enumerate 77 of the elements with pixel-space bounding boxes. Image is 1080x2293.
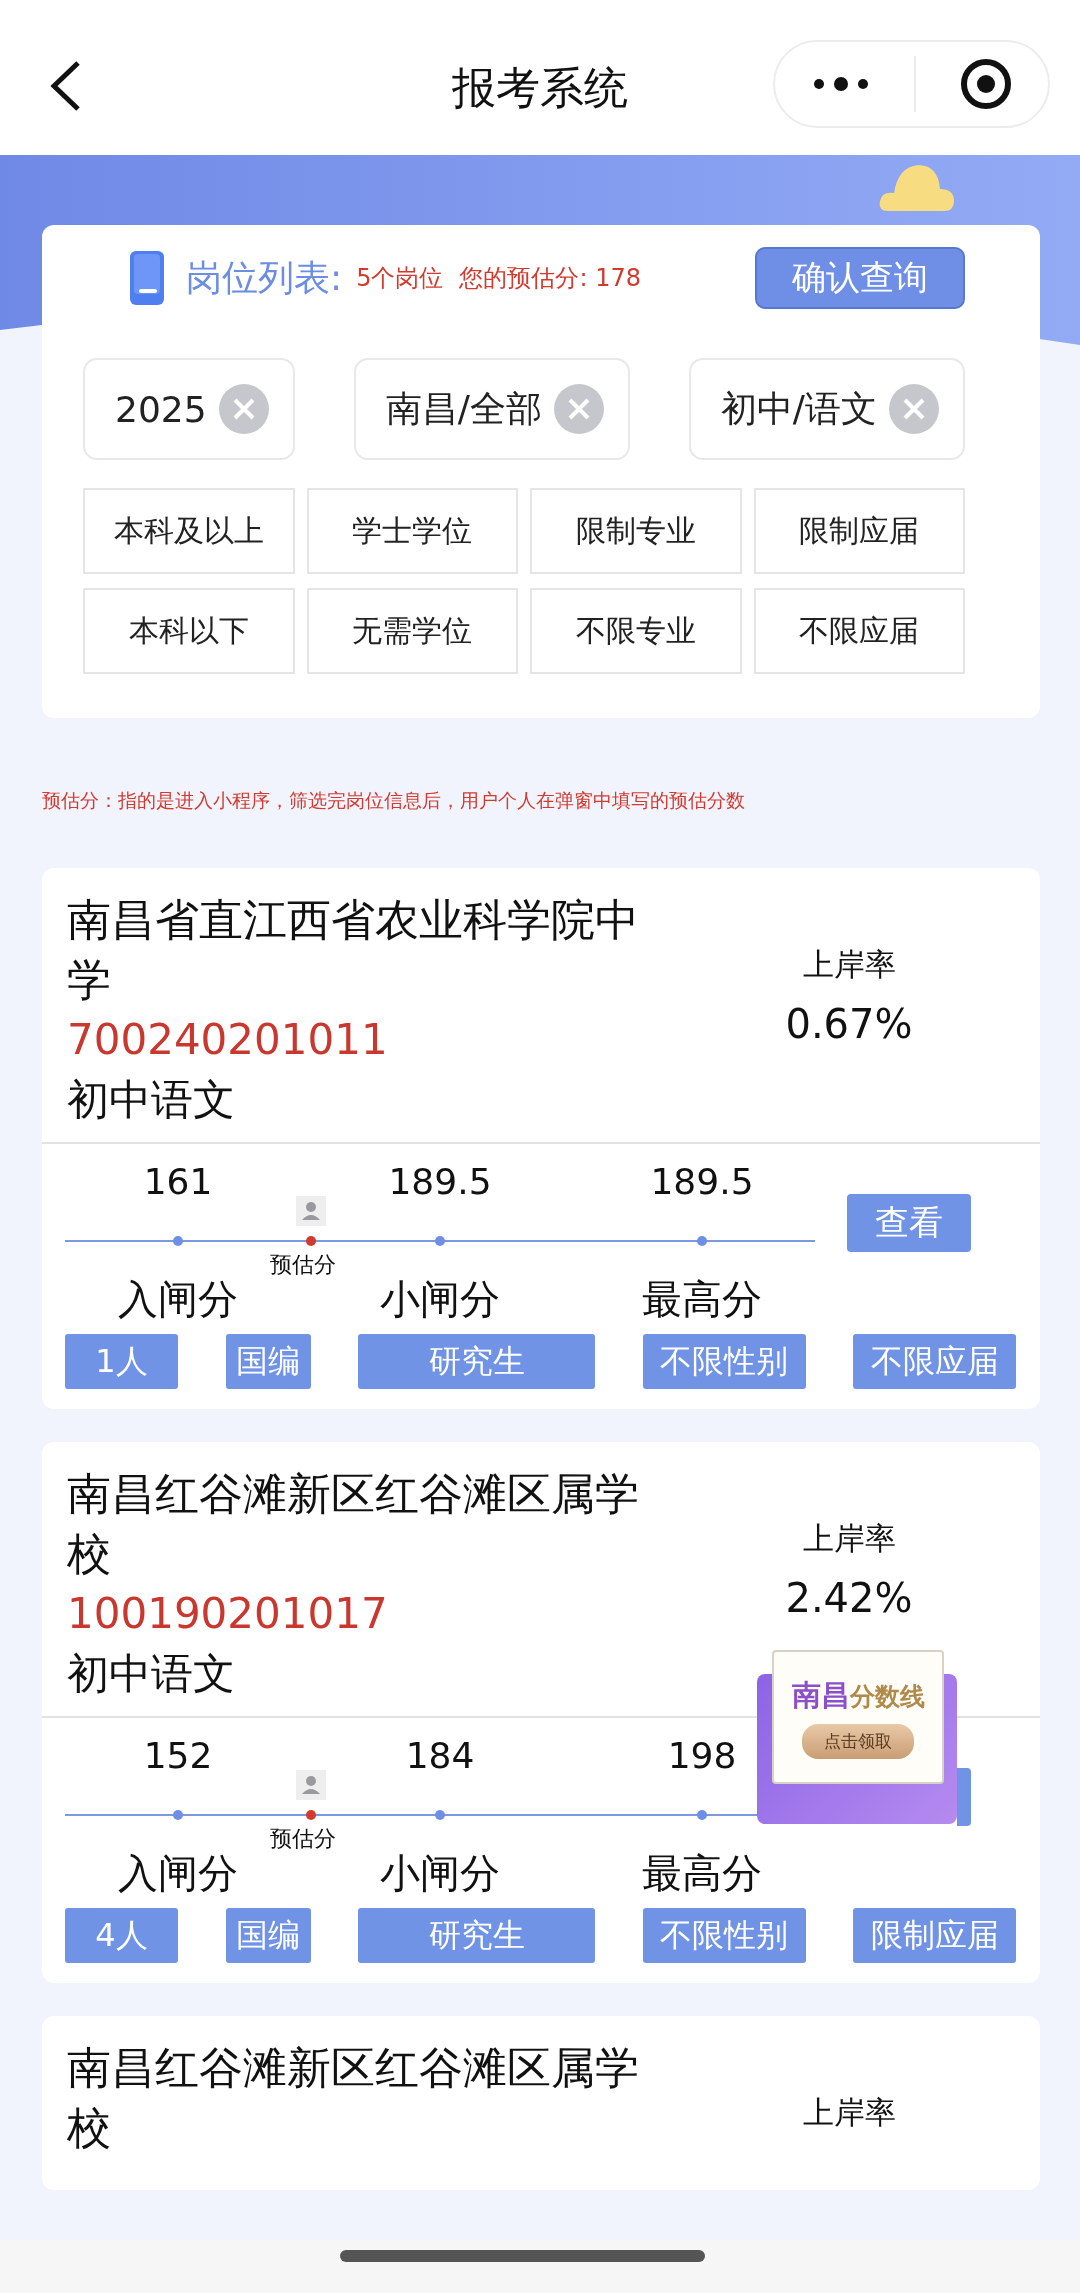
cloud-icon: [878, 163, 956, 213]
score-dot: [435, 1236, 445, 1246]
clear-icon[interactable]: [218, 384, 269, 434]
school-name: 南昌红谷滩新区红谷滩区属学校: [67, 1467, 640, 1581]
tag: 不限性别: [642, 1908, 806, 1963]
score-dot: [697, 1810, 707, 1820]
tag: 1人: [65, 1334, 178, 1389]
position-card[interactable]: 南昌省直江西省农业科学院中学 700240201011 初中语文 上岸率 0.67% 161 入闸分 189.5 小闸分 189.5 最高分 预估分 查看 1人 国编 研究生 不限性别 不限应届: [42, 868, 1040, 1409]
tag: 限制应届: [853, 1908, 1016, 1963]
rate-value: 2.42%: [784, 1574, 914, 1623]
score-value: 161: [143, 1160, 213, 1204]
tag: 国编: [225, 1334, 311, 1389]
close-icon[interactable]: [958, 57, 1013, 111]
score-value: 189.5: [388, 1160, 492, 1204]
score-dot: [173, 1236, 183, 1246]
estimate-label: 预估分: [270, 1251, 336, 1279]
book-icon: [130, 251, 164, 305]
filter-chip[interactable]: 初中/语文: [688, 358, 965, 460]
filter-chip[interactable]: 2025: [83, 358, 295, 460]
score-value: 189.5: [650, 1160, 754, 1204]
tag: 研究生: [358, 1334, 595, 1389]
clear-icon[interactable]: [889, 384, 939, 434]
score-label: 入闸分: [118, 1849, 238, 1898]
estimate-score: 您的预估分: 178: [459, 263, 641, 294]
list-heading: 岗位列表:: [186, 255, 343, 300]
subject-text: 初中语文: [67, 1074, 236, 1126]
filter-option[interactable]: 不限专业: [530, 588, 742, 674]
score-dot: [173, 1810, 183, 1820]
filter-option[interactable]: 本科及以上: [83, 488, 295, 574]
score-label: 最高分: [642, 1275, 762, 1324]
tag: 不限性别: [642, 1334, 806, 1389]
filter-option[interactable]: 限制专业: [530, 488, 742, 574]
nav-title: 报考系统: [451, 61, 629, 115]
estimate-label: 预估分: [270, 1825, 336, 1853]
score-dot: [697, 1236, 707, 1246]
estimate-dot: [306, 1236, 316, 1246]
position-code: 700240201011: [67, 1014, 389, 1066]
tag: 研究生: [358, 1908, 595, 1963]
note-text: 预估分：指的是进入小程序，筛选完岗位信息后，用户个人在弹窗中填写的预估分数: [42, 788, 746, 813]
estimate-dot: [306, 1810, 316, 1820]
tag: 4人: [65, 1908, 178, 1963]
rate-label: 上岸率: [801, 1519, 897, 1558]
rate-value: 0.67%: [784, 1000, 914, 1049]
tag: 不限应届: [853, 1334, 1016, 1389]
filter-option[interactable]: 不限应届: [753, 588, 965, 674]
filter-option[interactable]: 限制应届: [753, 488, 965, 574]
person-icon: [296, 1770, 326, 1800]
rate-label: 上岸率: [801, 2093, 897, 2132]
person-icon: [296, 1196, 326, 1226]
chip-label: 初中/语文: [720, 386, 877, 431]
filter-chip[interactable]: 南昌/全部: [353, 358, 630, 460]
score-label: 入闸分: [118, 1275, 238, 1324]
ad-title: 南昌分数线: [791, 1676, 925, 1714]
score-label: 小闸分: [380, 1275, 500, 1324]
filter-option[interactable]: 无需学位: [306, 588, 518, 674]
position-count: 5个岗位: [356, 263, 444, 294]
position-card[interactable]: 南昌红谷滩新区红谷滩区属学校 上岸率: [42, 2016, 1040, 2190]
score-value: 198: [667, 1734, 737, 1778]
rate-label: 上岸率: [801, 945, 897, 984]
claim-button[interactable]: 点击领取: [802, 1723, 914, 1759]
filter-option[interactable]: 本科以下: [83, 588, 295, 674]
score-value: 184: [405, 1734, 475, 1778]
filter-option[interactable]: 学士学位: [306, 488, 518, 574]
position-code: 100190201017: [67, 1588, 389, 1640]
score-dot: [435, 1810, 445, 1820]
position-card[interactable]: 南昌红谷滩新区红谷滩区属学校 100190201017 初中语文 上岸率 2.42% 152 入闸分 184 小闸分 198 最高分 预估分 南昌分数线 点击领取 4人 国编 研究生 不限性别 限制应届: [42, 1442, 1040, 1983]
view-button[interactable]: [957, 1768, 971, 1826]
chip-label: 2025: [115, 388, 207, 430]
score-value: 152: [143, 1734, 213, 1778]
school-name: 南昌省直江西省农业科学院中学: [67, 893, 640, 1007]
score-label: 最高分: [642, 1849, 762, 1898]
tag: 国编: [225, 1908, 311, 1963]
subject-text: 初中语文: [67, 1648, 236, 1700]
score-label: 小闸分: [380, 1849, 500, 1898]
school-name: 南昌红谷滩新区红谷滩区属学校: [67, 2041, 640, 2155]
chip-label: 南昌/全部: [385, 386, 542, 431]
clear-icon[interactable]: [553, 384, 604, 434]
